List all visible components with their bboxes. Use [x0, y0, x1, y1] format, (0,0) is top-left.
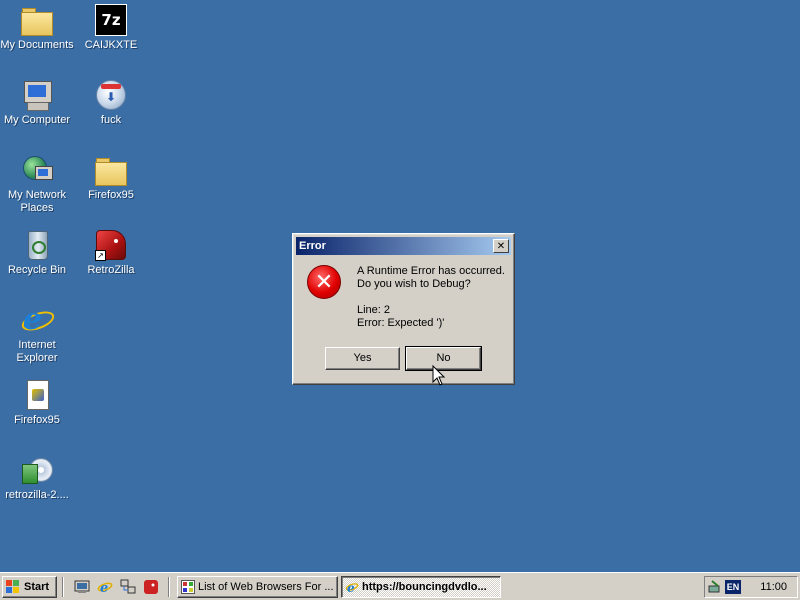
close-icon: ✕: [496, 241, 506, 252]
taskbar-button-web-browsers-list[interactable]: List of Web Browsers For ...: [177, 576, 338, 598]
mouse-cursor-icon: [432, 365, 446, 386]
desktop-icon-label: Recycle Bin: [7, 264, 67, 276]
shortcut-arrow-icon: ↗: [95, 250, 106, 261]
desktop-icon-label: My Computer: [3, 114, 71, 126]
desktop-icon-label: RetroZilla: [87, 264, 135, 276]
retrozilla-icon: ↗: [95, 229, 127, 261]
taskbar-button-label: List of Web Browsers For ...: [198, 581, 334, 593]
taskbar: Start e List of Web Browsers For ... e h…: [0, 572, 800, 600]
dialog-title: Error: [299, 240, 326, 252]
desktop-icon-my-computer[interactable]: My Computer: [0, 79, 74, 127]
desktop-icon-recycle-bin[interactable]: Recycle Bin: [0, 229, 74, 277]
desktop-icon-fuck[interactable]: ⬇ fuck: [74, 79, 148, 127]
desktop-icon-internet-explorer[interactable]: e Internet Explorer: [0, 304, 74, 365]
error-dialog: Error ✕ ✕ A Runtime Error has occurred. …: [292, 233, 515, 385]
internet-explorer-icon: e: [19, 304, 57, 336]
desktop-icon-label: CAIJKXTE: [84, 39, 138, 51]
quick-launch-network-icon[interactable]: [120, 579, 136, 595]
start-button[interactable]: Start: [2, 576, 57, 598]
desktop-icon-firefox95-file[interactable]: Firefox95: [0, 379, 74, 427]
system-tray: EN 11:00: [704, 576, 798, 598]
quick-launch-internet-explorer-icon[interactable]: e: [97, 579, 113, 595]
network-places-icon: [21, 154, 53, 186]
internet-explorer-icon: e: [345, 581, 359, 594]
taskbar-button-label: https://bouncingdvdlo...: [362, 581, 487, 593]
desktop-icon-label: fuck: [100, 114, 122, 126]
desktop-icon-label: My Documents: [0, 39, 74, 51]
setup-installer-icon: [21, 454, 53, 486]
desktop-icon-label: retrozilla-2....: [5, 489, 69, 501]
desktop-icon-my-network-places[interactable]: My Network Places: [0, 154, 74, 215]
desktop-icon-retrozilla[interactable]: ↗ RetroZilla: [74, 229, 148, 277]
quick-launch-retrozilla-icon[interactable]: [143, 579, 159, 595]
folder-icon: [21, 4, 53, 36]
taskbar-button-bouncingdvd[interactable]: e https://bouncingdvdlo...: [341, 576, 501, 598]
close-button[interactable]: ✕: [493, 239, 509, 253]
yes-button[interactable]: Yes: [325, 347, 400, 370]
media-file-icon: [21, 379, 53, 411]
dialog-titlebar[interactable]: Error ✕: [296, 237, 511, 255]
desktop-icon-label: Firefox95: [88, 189, 134, 201]
desktop-icon-caijkxte[interactable]: 7z CAIJKXTE: [74, 4, 148, 52]
windows-logo-icon: [6, 580, 20, 594]
taskbar-separator: [62, 577, 64, 597]
start-label: Start: [24, 581, 50, 593]
computer-icon: [21, 79, 53, 111]
folder-icon: [95, 154, 127, 186]
quick-launch-show-desktop-icon[interactable]: [74, 579, 90, 595]
taskbar-separator: [168, 577, 170, 597]
svg-text:e: e: [347, 581, 355, 594]
7z-archive-icon: 7z: [95, 4, 127, 36]
installer-globe-icon: ⬇: [95, 79, 127, 111]
desktop-icon-retrozilla-installer[interactable]: retrozilla-2....: [0, 454, 74, 502]
recycle-bin-icon: [21, 229, 53, 261]
desktop-icon-my-documents[interactable]: My Documents: [0, 4, 74, 52]
desktop-icon-firefox95-folder[interactable]: Firefox95: [74, 154, 148, 202]
desktop-icon-label: Internet Explorer: [16, 339, 58, 364]
clock[interactable]: 11:00: [760, 577, 787, 597]
error-icon: ✕: [307, 265, 341, 299]
web-page-icon: [181, 580, 195, 594]
safely-remove-hardware-icon[interactable]: [708, 580, 722, 594]
desktop-icon-label: Firefox95: [14, 414, 60, 426]
error-message: A Runtime Error has occurred. Do you wis…: [357, 265, 505, 329]
svg-text:e: e: [100, 581, 108, 595]
language-indicator[interactable]: EN: [725, 580, 741, 594]
desktop-icon-label: My Network Places: [7, 189, 67, 214]
